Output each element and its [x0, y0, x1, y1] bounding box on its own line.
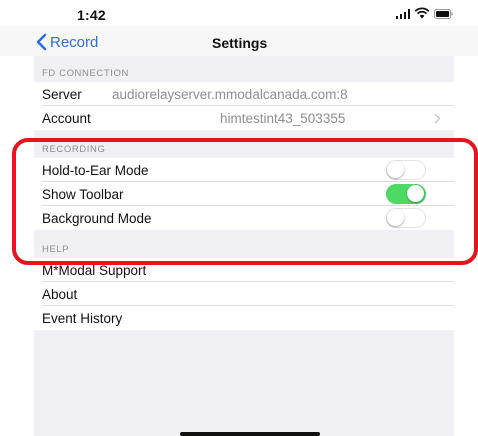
- event-history-label: Event History: [42, 311, 123, 326]
- hold-to-ear-mode-toggle[interactable]: [386, 160, 426, 180]
- toggle-knob: [387, 209, 404, 226]
- server-label: Server: [42, 87, 82, 102]
- hold-to-ear-mode-label: Hold-to-Ear Mode: [42, 163, 149, 178]
- account-row[interactable]: Account himtestint43_503355: [34, 106, 454, 130]
- toggle-knob: [407, 185, 424, 202]
- show-toolbar-row: Show Toolbar: [34, 182, 454, 206]
- page-title: Settings: [212, 35, 268, 51]
- hold-to-ear-mode-row: Hold-to-Ear Mode: [34, 158, 454, 182]
- back-button[interactable]: Record: [34, 31, 98, 53]
- section-header-recording: RECORDING: [34, 136, 454, 158]
- settings-screen: 1:42 Record Settings FD CONNECTION Serve…: [0, 0, 478, 436]
- chevron-left-icon: [36, 33, 47, 51]
- about-label: About: [42, 287, 78, 302]
- account-value: himtestint43_503355: [220, 111, 346, 126]
- status-bar: 1:42: [0, 0, 478, 26]
- show-toolbar-label: Show Toolbar: [42, 187, 124, 202]
- server-row[interactable]: Server audiorelayserver.mmodalcanada.com…: [34, 82, 454, 106]
- section-header-label: FD CONNECTION: [42, 68, 129, 79]
- event-history-row[interactable]: Event History: [34, 306, 454, 330]
- account-label: Account: [42, 111, 91, 126]
- navigation-bar: Record Settings: [0, 26, 478, 56]
- background-mode-label: Background Mode: [42, 211, 152, 226]
- section-header-label: RECORDING: [42, 144, 106, 155]
- battery-icon: [434, 9, 453, 19]
- mmodal-support-row[interactable]: M*Modal Support: [34, 258, 454, 282]
- status-icons: [396, 7, 456, 21]
- signal-icon: [396, 9, 410, 19]
- wifi-icon: [414, 7, 430, 19]
- section-header-label: HELP: [42, 244, 70, 255]
- section-header-fd-connection: FD CONNECTION: [34, 60, 454, 82]
- background-mode-row: Background Mode: [34, 206, 454, 230]
- status-time: 1:42: [77, 7, 106, 23]
- about-row[interactable]: About: [34, 282, 454, 306]
- chevron-right-icon: [434, 113, 441, 124]
- mmodal-support-label: M*Modal Support: [42, 263, 147, 278]
- back-label: Record: [50, 33, 99, 51]
- background-mode-toggle[interactable]: [386, 208, 426, 228]
- show-toolbar-toggle[interactable]: [386, 184, 426, 204]
- home-indicator[interactable]: [180, 432, 320, 436]
- server-value[interactable]: audiorelayserver.mmodalcanada.com:8: [112, 87, 454, 102]
- section-header-help: HELP: [34, 236, 454, 258]
- toggle-knob: [387, 161, 404, 178]
